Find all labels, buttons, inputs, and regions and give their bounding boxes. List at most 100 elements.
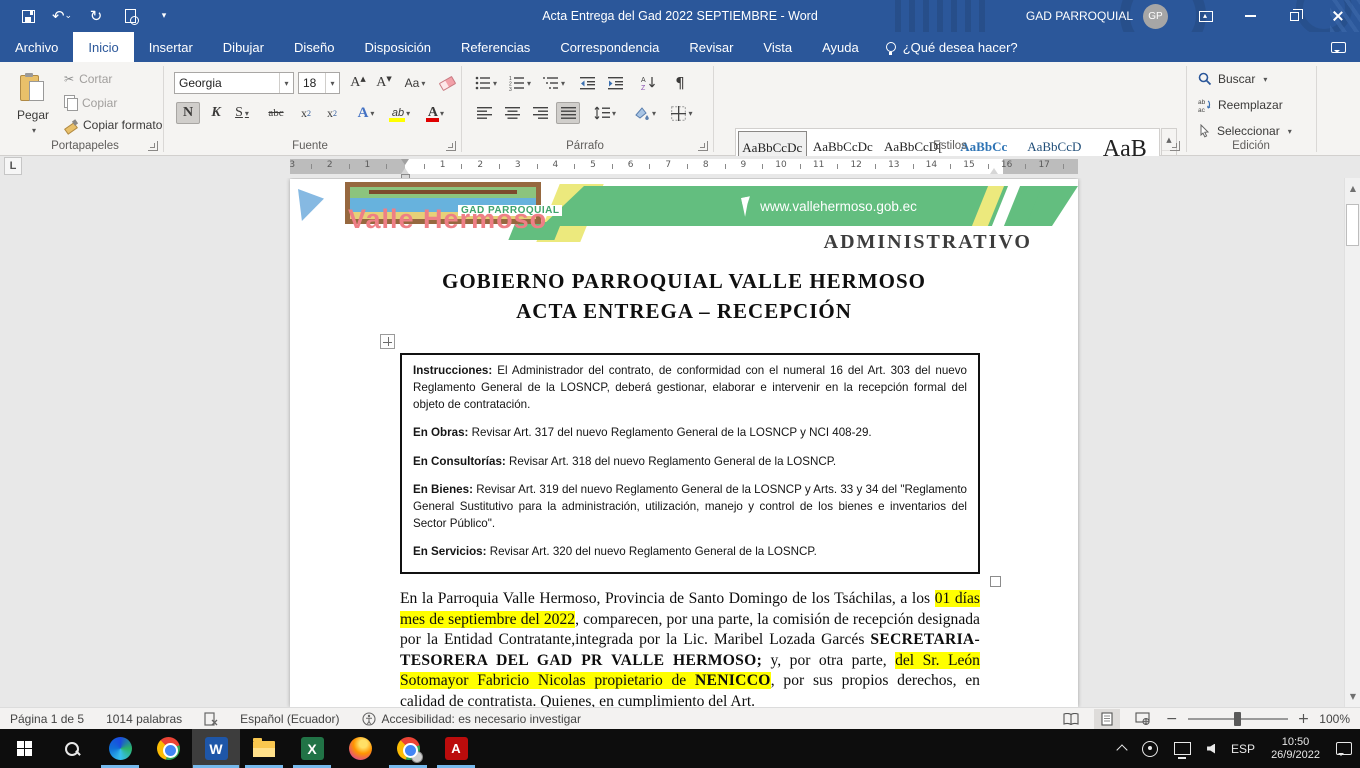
start-button[interactable]	[0, 729, 48, 768]
page-indicator[interactable]: Página 1 de 5	[10, 712, 84, 726]
borders-button[interactable]: ▾	[666, 102, 698, 124]
save-button[interactable]	[18, 6, 38, 26]
print-layout-button[interactable]	[1094, 709, 1120, 729]
volume-button[interactable]	[1199, 729, 1223, 768]
zoom-slider-thumb[interactable]	[1234, 712, 1241, 726]
align-right-button[interactable]	[528, 102, 552, 124]
bullets-button[interactable]: ▾	[472, 72, 500, 94]
text-effects-button[interactable]: A▾	[352, 102, 380, 124]
format-painter-button[interactable]: Copiar formato	[64, 118, 162, 132]
taskbar-excel[interactable]: X	[288, 729, 336, 768]
tray-expand-button[interactable]	[1110, 729, 1134, 768]
change-case-button[interactable]: Aa▾	[400, 72, 430, 94]
taskbar-file-explorer[interactable]	[240, 729, 288, 768]
tab-archivo[interactable]: Archivo	[0, 32, 73, 62]
taskbar-search-button[interactable]	[48, 729, 96, 768]
ribbon-display-options-button[interactable]	[1184, 0, 1228, 32]
vertical-scrollbar[interactable]: ▲ ▼	[1344, 178, 1360, 707]
find-button[interactable]: Buscar ▾	[1198, 72, 1267, 86]
redo-button[interactable]: ↻	[86, 6, 106, 26]
multilevel-list-button[interactable]: ▾	[540, 72, 568, 94]
shrink-font-button[interactable]: A▼	[372, 72, 396, 94]
shading-button[interactable]: ▾	[630, 102, 660, 124]
decrease-indent-button[interactable]	[576, 72, 600, 94]
paste-button[interactable]: Pegar ▾	[8, 68, 58, 140]
scroll-up-button[interactable]: ▲	[1345, 180, 1360, 197]
subscript-button[interactable]: x2	[294, 102, 318, 124]
taskbar-chrome[interactable]	[144, 729, 192, 768]
font-color-button[interactable]: A▾	[422, 102, 450, 124]
clipboard-dialog-launcher[interactable]	[148, 141, 158, 151]
close-button[interactable]	[1316, 0, 1360, 32]
table-move-handle-icon[interactable]	[380, 334, 395, 349]
zoom-in-button[interactable]: +	[1298, 711, 1310, 727]
taskbar-word[interactable]: W	[192, 729, 240, 768]
document-page[interactable]: GAD PARROQUIAL Valle Hermoso www.vallehe…	[290, 179, 1078, 707]
zoom-slider[interactable]	[1188, 718, 1288, 720]
taskbar-firefox[interactable]	[336, 729, 384, 768]
tab-dibujar[interactable]: Dibujar	[208, 32, 279, 62]
font-family-combo[interactable]: Georgia ▾	[174, 72, 294, 94]
tab-inicio[interactable]: Inicio	[73, 32, 133, 62]
strikethrough-button[interactable]: abc	[264, 102, 288, 124]
minimize-button[interactable]	[1228, 0, 1272, 32]
instructions-box[interactable]: Instrucciones: El Administrador del cont…	[400, 353, 980, 574]
tab-disposicion[interactable]: Disposición	[349, 32, 445, 62]
underline-button[interactable]: S▾	[230, 102, 254, 124]
highlight-color-button[interactable]: ab▾	[386, 102, 416, 124]
tab-ayuda[interactable]: Ayuda	[807, 32, 874, 62]
clock[interactable]: 10:50 26/9/2022	[1263, 729, 1328, 768]
undo-button[interactable]: ↶⌄	[52, 6, 72, 26]
right-indent-marker[interactable]	[990, 168, 998, 174]
tab-revisar[interactable]: Revisar	[674, 32, 748, 62]
line-spacing-button[interactable]: ▾	[590, 102, 620, 124]
read-mode-button[interactable]	[1058, 709, 1084, 729]
proofing-status[interactable]	[204, 712, 218, 726]
italic-button[interactable]: K	[204, 102, 228, 124]
language-button[interactable]: ESP	[1223, 729, 1263, 768]
avatar[interactable]: GP	[1143, 4, 1168, 29]
tab-diseno[interactable]: Diseño	[279, 32, 349, 62]
taskbar-chrome-profile[interactable]	[384, 729, 432, 768]
justify-button[interactable]	[556, 102, 580, 124]
tell-me-box[interactable]: ¿Qué desea hacer?	[874, 32, 1030, 62]
increase-indent-button[interactable]	[604, 72, 628, 94]
first-line-indent-marker[interactable]	[401, 159, 409, 165]
tab-insertar[interactable]: Insertar	[134, 32, 208, 62]
copy-button[interactable]: Copiar	[64, 95, 117, 110]
grow-font-button[interactable]: A▲	[346, 72, 370, 94]
sort-button[interactable]: AZ	[636, 72, 662, 94]
ruler[interactable]: 3211234567891011121314151617	[290, 159, 1078, 174]
web-layout-button[interactable]	[1130, 709, 1156, 729]
network-button[interactable]	[1166, 729, 1199, 768]
taskbar-acrobat[interactable]: A	[432, 729, 480, 768]
clear-formatting-button[interactable]	[436, 74, 458, 92]
word-count[interactable]: 1014 palabras	[106, 712, 182, 726]
meet-now-button[interactable]	[1134, 729, 1166, 768]
document-canvas[interactable]: GAD PARROQUIAL Valle Hermoso www.vallehe…	[0, 178, 1360, 707]
document-body-paragraph[interactable]: En la Parroquia Valle Hermoso, Provincia…	[400, 589, 980, 707]
font-size-combo[interactable]: 18 ▾	[298, 72, 340, 94]
customize-qat-button[interactable]: ▾	[154, 6, 174, 26]
scrollbar-thumb[interactable]	[1346, 204, 1359, 246]
tab-correspondencia[interactable]: Correspondencia	[545, 32, 674, 62]
zoom-level[interactable]: 100%	[1319, 712, 1350, 726]
zoom-out-button[interactable]: −	[1166, 711, 1178, 727]
language-indicator[interactable]: Español (Ecuador)	[240, 712, 339, 726]
align-left-button[interactable]	[472, 102, 496, 124]
paragraph-dialog-launcher[interactable]	[698, 141, 708, 151]
action-center-button[interactable]	[1328, 729, 1360, 768]
select-button[interactable]: Seleccionar ▾	[1198, 124, 1292, 138]
replace-button[interactable]: abac Reemplazar	[1198, 98, 1283, 112]
align-center-button[interactable]	[500, 102, 524, 124]
font-dialog-launcher[interactable]	[446, 141, 456, 151]
restore-button[interactable]	[1272, 0, 1316, 32]
cut-button[interactable]: ✂ Cortar	[64, 72, 112, 86]
styles-dialog-launcher[interactable]	[1170, 141, 1180, 151]
numbering-button[interactable]: 123 ▾	[506, 72, 534, 94]
feedback-button[interactable]	[1316, 32, 1360, 62]
table-resize-handle[interactable]	[990, 576, 1001, 587]
show-marks-button[interactable]: ¶	[668, 72, 692, 94]
bold-button[interactable]: N	[176, 102, 200, 124]
tab-referencias[interactable]: Referencias	[446, 32, 545, 62]
